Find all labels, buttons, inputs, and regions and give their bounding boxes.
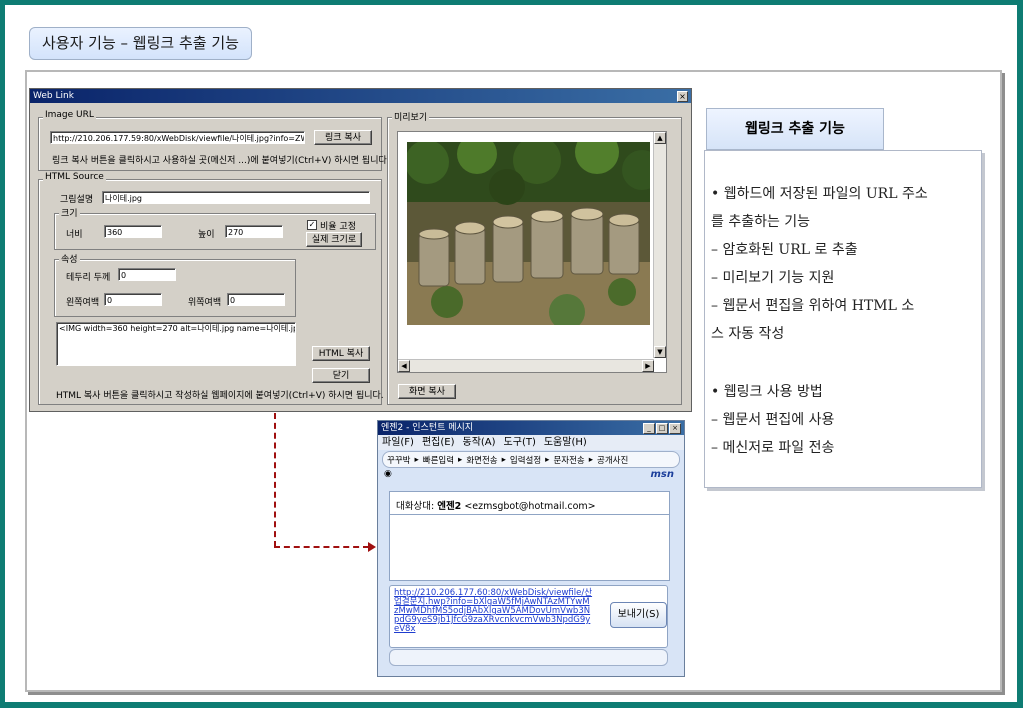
- messenger-window: 엔젠2 - 인스턴트 메시지 _ □ × 파일(F) 편집(E) 동작(A) 도…: [377, 420, 685, 677]
- toolbar-sms[interactable]: 문자전송: [553, 454, 584, 466]
- copy-link-button[interactable]: 링크 복사: [314, 130, 372, 145]
- html-copy-button[interactable]: HTML 복사: [312, 346, 370, 361]
- menu-edit[interactable]: 편집(E): [422, 435, 455, 450]
- close-button[interactable]: 닫기: [312, 368, 370, 383]
- send-button[interactable]: 보내기(S): [610, 602, 667, 628]
- feature-line: • 웹하드에 저장된 파일의 URL 주소: [711, 186, 928, 202]
- preview-group-label: 미리보기: [392, 110, 430, 123]
- scroll-right-icon[interactable]: ▶: [642, 360, 654, 372]
- preview-hscroll[interactable]: ◀ ▶: [398, 359, 654, 372]
- weblink-title: Web Link: [33, 91, 74, 101]
- html-code-textarea[interactable]: <IMG width=360 height=270 alt=나이테.jpg na…: [56, 322, 296, 366]
- chat-name: 엔젠2: [437, 501, 462, 512]
- tree-stump-photo: [407, 142, 650, 325]
- connector-line: [274, 413, 276, 547]
- width-input[interactable]: 360: [104, 225, 162, 238]
- toolbar-input-settings[interactable]: 입력설정: [510, 454, 541, 466]
- messenger-title: 엔젠2 - 인스턴트 메시지: [381, 423, 474, 433]
- page-title: 사용자 기능 – 웹링크 추출 기능: [29, 27, 252, 60]
- connector-line: [274, 546, 369, 548]
- desc-input[interactable]: 나이테.jpg: [102, 191, 370, 204]
- arrow-head-icon: [368, 542, 376, 552]
- menu-tools[interactable]: 도구(T): [504, 435, 536, 450]
- screen-copy-button[interactable]: 화면 복사: [398, 384, 456, 399]
- hspace-label: 왼쪽여백: [66, 298, 100, 308]
- scroll-down-icon[interactable]: ▼: [654, 346, 666, 358]
- divider: [390, 514, 669, 515]
- feature-line: 를 추출하는 기능: [711, 214, 811, 230]
- attr-group-label: 속성: [59, 252, 80, 265]
- messenger-menubar: 파일(F) 편집(E) 동작(A) 도구(T) 도움말(H): [378, 435, 684, 450]
- feature-line: – 미리보기 기능 지원: [711, 270, 835, 286]
- maximize-icon[interactable]: □: [656, 423, 668, 434]
- html-hint: HTML 복사 버튼을 클릭하시고 작성하실 웹페이지에 붙여넣기(Ctrl+V…: [56, 391, 384, 401]
- width-label: 너비: [66, 230, 83, 240]
- vspace-label: 위쪽여백: [188, 298, 222, 308]
- url-hint: 링크 복사 버튼을 클릭하시고 사용하실 곳(메신저 ...)에 붙여넣기(Ct…: [52, 156, 390, 166]
- messenger-toolbar: 꾸꾸박 ▸ 빠른입력 ▸ 화면전송 ▸ 입력설정 ▸ 문자전송 ▸ 공개사진: [382, 451, 680, 468]
- image-url-field[interactable]: http://210.206.177.59:80/xWebDisk/viewfi…: [50, 131, 305, 144]
- hspace-input[interactable]: 0: [104, 293, 162, 306]
- messenger-brand-bar: ◉ msn: [382, 469, 680, 483]
- feature-line: • 웹링크 사용 방법: [711, 384, 823, 400]
- border-label: 테두리 두께: [66, 273, 111, 283]
- toolbar-public-photo[interactable]: 공개사진: [597, 454, 628, 466]
- scroll-up-icon[interactable]: ▲: [654, 132, 666, 144]
- preview-pane: ▲ ▼ ◀ ▶: [397, 131, 667, 373]
- height-input[interactable]: 270: [225, 225, 283, 238]
- preview-vscroll[interactable]: ▲ ▼: [653, 132, 666, 358]
- close-icon[interactable]: ×: [669, 423, 681, 434]
- actual-size-button[interactable]: 실제 크기로: [306, 232, 362, 247]
- expand-icon[interactable]: ◉: [384, 469, 392, 479]
- feature-title: 웹링크 추출 기능: [706, 108, 884, 150]
- menu-action[interactable]: 동작(A): [463, 435, 496, 450]
- toolbar-quick-input[interactable]: 빠른입력: [423, 454, 454, 466]
- scroll-left-icon[interactable]: ◀: [398, 360, 410, 372]
- chat-partner: 대화상대: 엔젠2 <ezmsgbot@hotmail.com>: [396, 498, 596, 512]
- keep-ratio-checkbox[interactable]: ✓: [307, 220, 317, 230]
- preview-image: [407, 142, 650, 325]
- minimize-icon[interactable]: _: [643, 423, 655, 434]
- toolbar-lead[interactable]: 꾸꾸박: [387, 454, 410, 466]
- pasted-link[interactable]: http://210.206.177.60:80/xWebDisk/viewfi…: [394, 589, 594, 634]
- vspace-input[interactable]: 0: [227, 293, 285, 306]
- html-source-group-label: HTML Source: [43, 172, 106, 182]
- close-icon[interactable]: ×: [677, 91, 688, 102]
- toolbar-screen-send[interactable]: 화면전송: [466, 454, 497, 466]
- desc-label: 그림설명: [60, 195, 94, 205]
- chat-email: <ezmsgbot@hotmail.com>: [464, 501, 596, 512]
- messenger-status-bar: [389, 649, 668, 666]
- keep-ratio-label: 비율 고정: [320, 222, 356, 232]
- message-input[interactable]: http://210.206.177.60:80/xWebDisk/viewfi…: [389, 585, 668, 648]
- image-url-group-label: Image URL: [43, 110, 96, 120]
- weblink-titlebar: Web Link ×: [30, 89, 691, 103]
- border-input[interactable]: 0: [118, 268, 176, 281]
- size-group-label: 크기: [59, 206, 80, 219]
- feature-line: – 암호화된 URL 로 추출: [711, 242, 858, 258]
- feature-line: – 메신저로 파일 전송: [711, 440, 835, 456]
- height-label: 높이: [198, 230, 215, 240]
- menu-file[interactable]: 파일(F): [382, 435, 414, 450]
- feature-description: • 웹하드에 저장된 파일의 URL 주소 를 추출하는 기능 – 암호화된 U…: [704, 150, 982, 488]
- messenger-titlebar: 엔젠2 - 인스턴트 메시지 _ □ ×: [378, 421, 684, 435]
- menu-help[interactable]: 도움말(H): [544, 435, 587, 450]
- feature-line: – 웹문서 편집에 사용: [711, 412, 835, 428]
- weblink-dialog: Web Link × Image URL http://210.206.177.…: [29, 88, 692, 412]
- msn-logo: msn: [650, 469, 675, 480]
- feature-line: – 웹문서 편집을 위하여 HTML 소: [711, 298, 915, 314]
- feature-line: 스 자동 작성: [711, 326, 785, 342]
- chat-label: 대화상대:: [396, 501, 435, 512]
- conversation-pane: 대화상대: 엔젠2 <ezmsgbot@hotmail.com>: [389, 491, 670, 581]
